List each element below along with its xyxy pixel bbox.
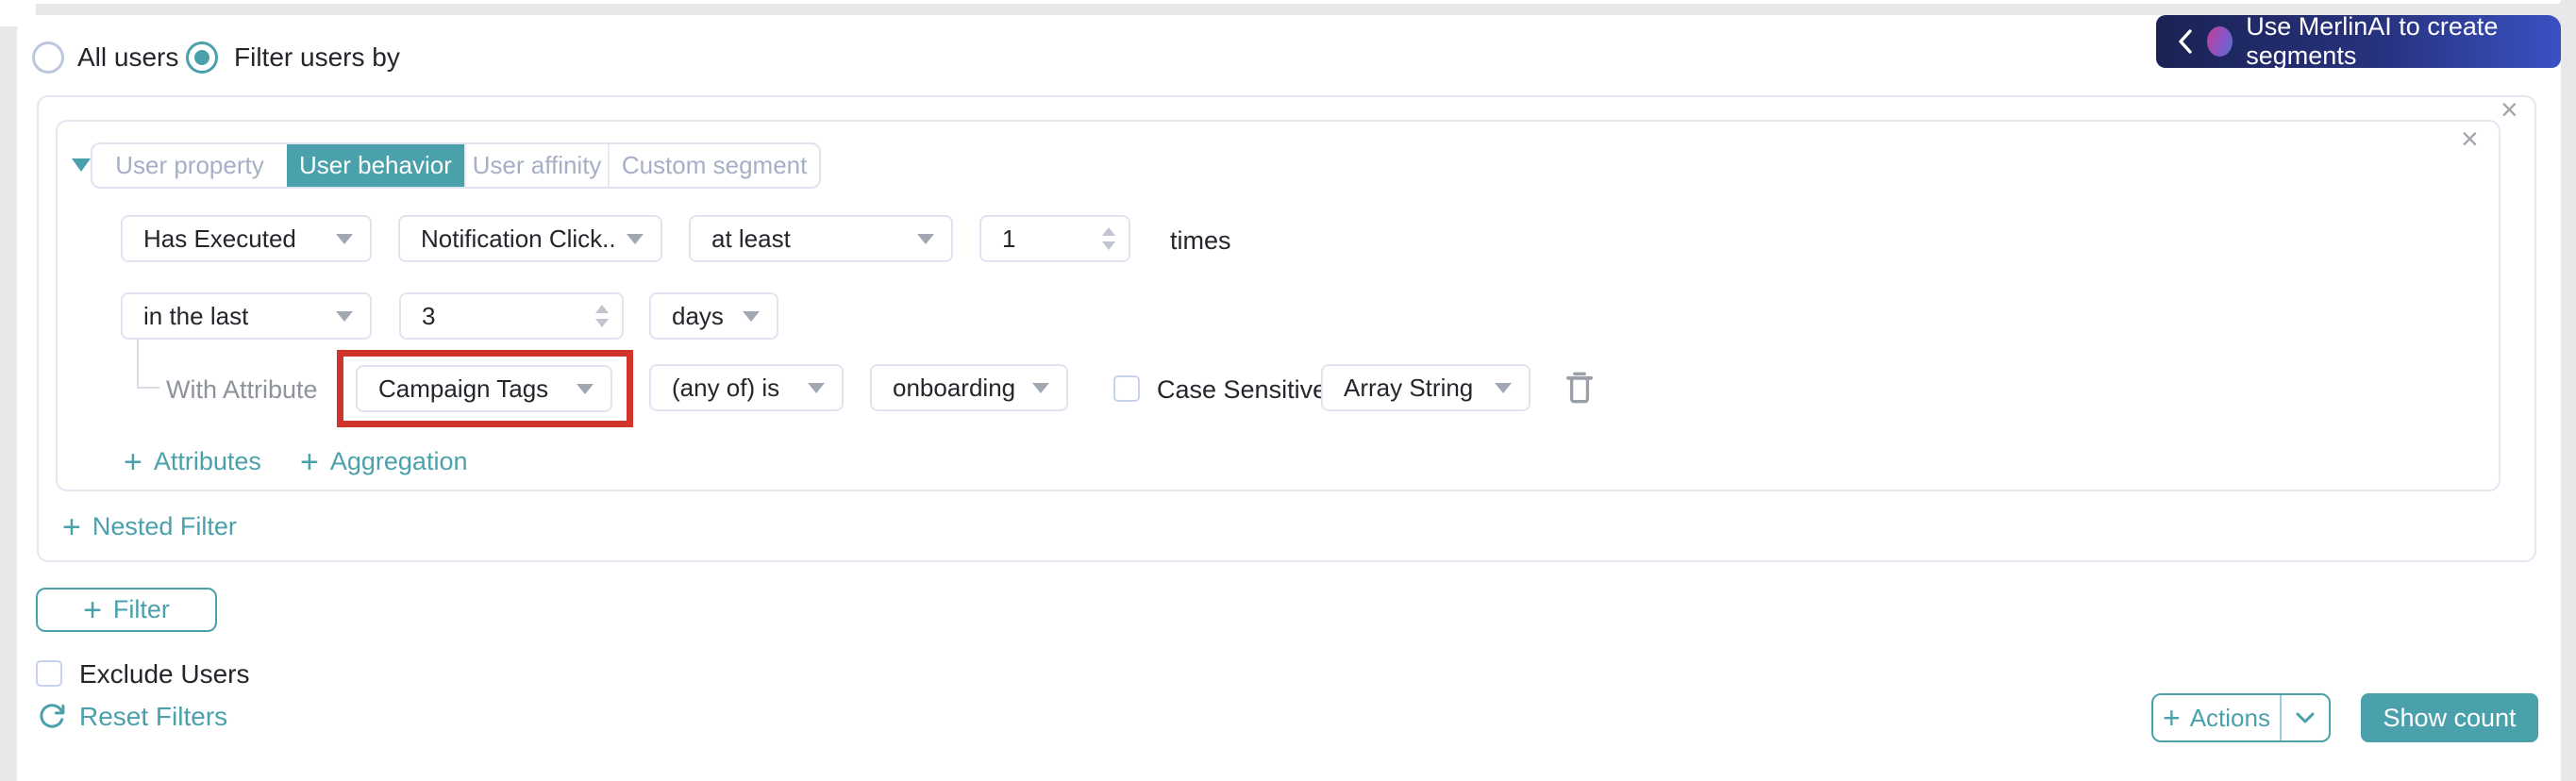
- all-users-radio[interactable]: [32, 42, 64, 74]
- show-count-button[interactable]: Show count: [2361, 693, 2538, 742]
- filter-users-by-label[interactable]: Filter users by: [234, 42, 400, 74]
- delete-attribute-button[interactable]: [1563, 368, 1597, 407]
- merlinai-logo-icon: [2207, 26, 2233, 57]
- add-aggregation-link[interactable]: + Aggregation: [300, 443, 468, 480]
- chevron-down-icon: [336, 310, 353, 322]
- collapse-caret-icon[interactable]: [72, 158, 91, 172]
- chevron-down-icon: [336, 233, 353, 244]
- add-nested-filter-label: Nested Filter: [92, 512, 237, 540]
- add-nested-filter-link[interactable]: + Nested Filter: [62, 508, 237, 545]
- operator-select[interactable]: (any of) is: [649, 364, 844, 411]
- attribute-select[interactable]: Campaign Tags: [356, 365, 612, 412]
- actions-split-button: + Actions: [2151, 693, 2331, 742]
- plus-icon: +: [124, 443, 142, 480]
- number-stepper[interactable]: [1102, 227, 1115, 250]
- add-attributes-link[interactable]: + Attributes: [124, 443, 261, 480]
- add-aggregation-label: Aggregation: [329, 447, 468, 475]
- count-input[interactable]: 1: [979, 215, 1130, 262]
- tab-user-property[interactable]: User property: [92, 144, 287, 187]
- chevron-left-icon[interactable]: [2177, 27, 2194, 56]
- event-name-select[interactable]: Notification Click...: [398, 215, 662, 262]
- chevron-down-icon: [2296, 712, 2315, 723]
- plus-icon: +: [62, 508, 81, 545]
- radio-selected-dot: [194, 50, 209, 65]
- close-filter-group-icon[interactable]: ×: [2501, 94, 2518, 125]
- count-suffix-label: times: [1170, 226, 1231, 255]
- attribute-value-text: onboarding: [893, 373, 1016, 402]
- tab-user-affinity[interactable]: User affinity: [463, 144, 608, 187]
- case-sensitive-label: Case Sensitive: [1157, 375, 1328, 404]
- exclude-users-checkbox[interactable]: [36, 660, 62, 687]
- plus-icon: +: [300, 443, 319, 480]
- tab-custom-segment[interactable]: Custom segment: [608, 144, 819, 187]
- all-users-label[interactable]: All users: [77, 42, 178, 74]
- comparator-value: at least: [711, 224, 791, 253]
- actions-label: Actions: [2189, 703, 2270, 732]
- number-stepper[interactable]: [595, 305, 609, 327]
- add-filter-button[interactable]: + Filter: [36, 588, 217, 632]
- reset-filters-link[interactable]: [38, 702, 66, 730]
- time-unit-value: days: [672, 301, 724, 330]
- actions-dropdown-toggle[interactable]: [2280, 695, 2329, 740]
- use-merlinai-button[interactable]: Use MerlinAI to create segments: [2156, 12, 2561, 70]
- attribute-value-select[interactable]: onboarding: [870, 364, 1068, 411]
- segment-builder-screen: All users Filter users by Use MerlinAI t…: [0, 0, 2576, 781]
- chevron-down-icon: [1495, 382, 1512, 393]
- attribute-type-select[interactable]: Array String: [1321, 364, 1531, 411]
- time-window-value: in the last: [143, 301, 249, 330]
- operator-value: (any of) is: [672, 373, 780, 402]
- connector-line: [137, 340, 139, 389]
- time-window-select[interactable]: in the last: [121, 292, 372, 340]
- count-value: 1: [1002, 224, 1016, 253]
- trash-icon: [1566, 372, 1593, 404]
- filter-type-tabs: User property User behavior User affinit…: [91, 142, 821, 189]
- plus-icon: +: [2163, 700, 2181, 735]
- actions-button[interactable]: + Actions: [2153, 695, 2280, 740]
- event-name-value: Notification Click...: [421, 224, 615, 253]
- case-sensitive-checkbox[interactable]: [1113, 375, 1140, 402]
- close-filter-condition-icon[interactable]: ×: [2461, 124, 2479, 154]
- merlinai-label: Use MerlinAI to create segments: [2246, 12, 2499, 70]
- chevron-down-icon: [1032, 382, 1049, 393]
- chevron-down-icon: [627, 233, 644, 244]
- event-condition-select[interactable]: Has Executed: [121, 215, 372, 262]
- attribute-type-value: Array String: [1344, 373, 1474, 402]
- chevron-down-icon: [808, 382, 825, 393]
- time-value: 3: [422, 301, 436, 330]
- attribute-value: Campaign Tags: [378, 374, 549, 403]
- add-attributes-label: Attributes: [153, 447, 261, 475]
- filter-users-by-radio[interactable]: [186, 42, 218, 74]
- chevron-down-icon: [577, 383, 594, 394]
- comparator-select[interactable]: at least: [689, 215, 953, 262]
- chevron-down-icon: [743, 310, 760, 322]
- plus-icon: +: [83, 591, 102, 628]
- connector-line: [137, 387, 159, 389]
- with-attribute-label: With Attribute: [166, 375, 318, 404]
- event-condition-value: Has Executed: [143, 224, 296, 253]
- time-unit-select[interactable]: days: [649, 292, 778, 340]
- add-filter-label: Filter: [112, 595, 170, 623]
- exclude-users-label: Exclude Users: [79, 659, 250, 689]
- reset-filters-label[interactable]: Reset Filters: [79, 701, 227, 733]
- previous-panel-edge: [0, 0, 2561, 4]
- time-value-input[interactable]: 3: [399, 292, 624, 340]
- refresh-icon: [40, 704, 65, 728]
- tab-user-behavior[interactable]: User behavior: [286, 144, 464, 187]
- chevron-down-icon: [917, 233, 934, 244]
